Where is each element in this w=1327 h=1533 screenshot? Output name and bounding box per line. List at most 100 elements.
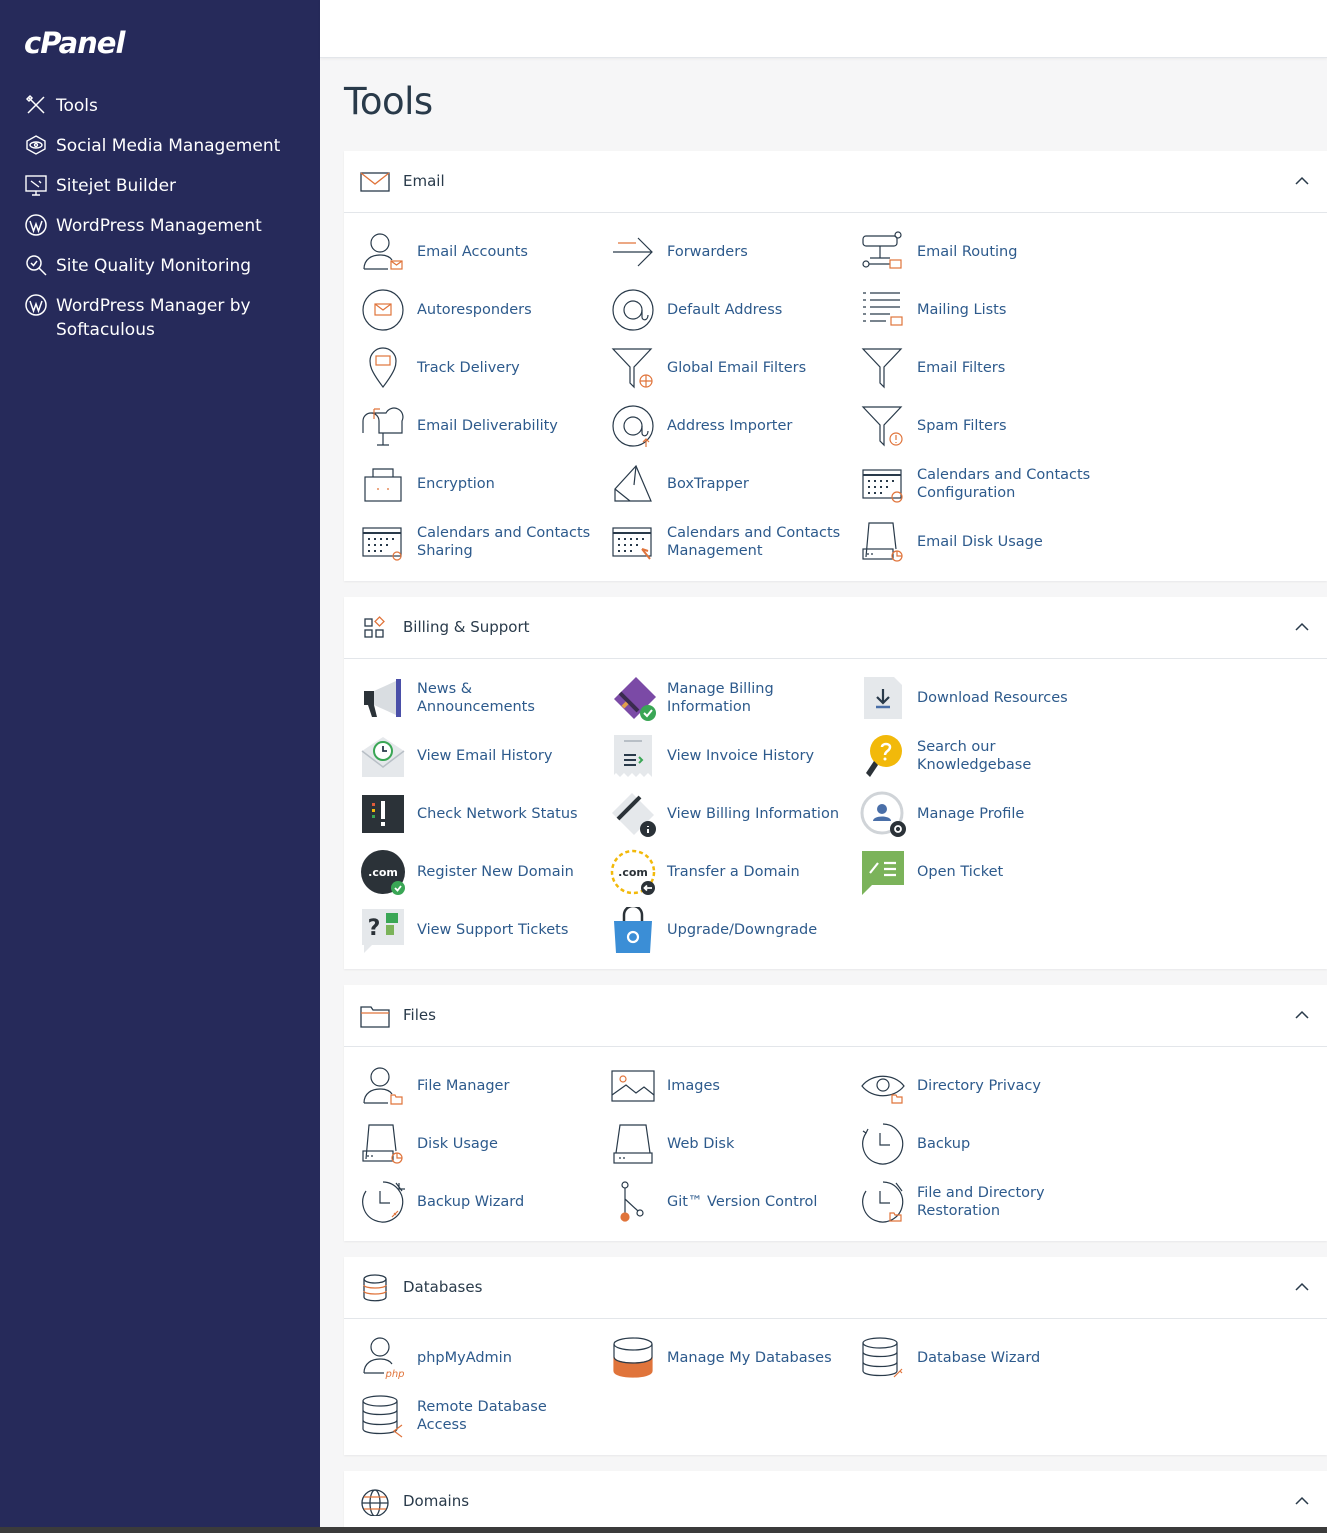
tool-item[interactable]: Database Wizard <box>844 1329 1094 1387</box>
tool-item[interactable]: Disk Usage <box>344 1115 594 1173</box>
tool-item[interactable]: .com Transfer a Domain <box>594 843 844 901</box>
sidebar-item-site-quality[interactable]: Site Quality Monitoring <box>0 245 320 285</box>
routing-icon <box>862 231 902 269</box>
tool-label: Remote Database Access <box>417 1399 547 1433</box>
tool-item[interactable]: .com Register New Domain <box>344 843 594 901</box>
tool-item[interactable]: Email Filters <box>844 339 1094 397</box>
sidebar-item-label: WordPress Manager by Softaculous <box>56 296 251 340</box>
tool-item[interactable]: Web Disk <box>594 1115 844 1173</box>
tool-item[interactable]: Download Resources <box>844 669 1094 727</box>
tool-item[interactable]: Directory Privacy <box>844 1057 1094 1115</box>
tools-icon <box>25 94 45 114</box>
tool-item[interactable]: View Billing Information <box>594 785 844 843</box>
sidebar-item-label: Tools <box>56 96 98 116</box>
tool-label: Default Address <box>667 302 783 318</box>
tool-item[interactable]: Remote Database Access <box>344 1387 594 1445</box>
tool-item[interactable]: Track Delivery <box>344 339 594 397</box>
tool-item[interactable]: ? View Support Tickets <box>344 901 594 959</box>
remote-database-icon <box>362 1395 403 1438</box>
sidebar-nav: Tools Social Media Management Sitejet Bu… <box>0 85 320 345</box>
tool-item[interactable]: Mailing Lists <box>844 281 1094 339</box>
chevron-up-icon[interactable] <box>1295 622 1309 632</box>
credit-card-icon <box>614 677 656 721</box>
chevron-up-icon[interactable] <box>1295 1282 1309 1292</box>
web-disk-icon <box>613 1124 653 1164</box>
tool-label: Search our Knowledgebase <box>917 739 1032 773</box>
section-header[interactable]: Domains <box>344 1471 1327 1533</box>
tool-label: Calendars and Contacts Management <box>667 525 841 559</box>
tool-item[interactable]: Calendars and Contacts Management <box>594 513 844 571</box>
tool-item[interactable]: Address Importer <box>594 397 844 455</box>
tool-item[interactable]: Email Disk Usage <box>844 513 1094 571</box>
tool-item[interactable]: Autoresponders <box>344 281 594 339</box>
tool-label: Address Importer <box>667 418 793 434</box>
section-title: Files <box>403 1006 436 1024</box>
tool-label: Email Routing <box>917 244 1018 260</box>
restore-icon <box>862 1181 904 1223</box>
section-header[interactable]: Email <box>344 151 1327 213</box>
tool-label: Manage Profile <box>917 806 1025 822</box>
tool-item[interactable]: Calendars and Contacts Sharing <box>344 513 594 571</box>
social-media-icon <box>26 135 46 155</box>
tool-item[interactable]: Images <box>594 1057 844 1115</box>
section-header[interactable]: Databases <box>344 1257 1327 1319</box>
sidebar-item-wordpress-softaculous[interactable]: WordPress Manager by Softaculous <box>0 285 320 345</box>
globe-icon <box>361 1489 389 1516</box>
chevron-up-icon[interactable] <box>1295 1496 1309 1506</box>
lock-icon <box>364 468 402 502</box>
tool-item[interactable]: News & Announcements <box>344 669 594 727</box>
tool-item[interactable]: Global Email Filters <box>594 339 844 397</box>
tool-item[interactable]: BoxTrapper <box>594 455 844 513</box>
tool-item[interactable]: View Invoice History <box>594 727 844 785</box>
sidebar-item-wordpress-management[interactable]: WordPress Management <box>0 205 320 245</box>
tool-item[interactable]: Default Address <box>594 281 844 339</box>
tool-item[interactable]: Manage Billing Information <box>594 669 844 727</box>
tool-item[interactable]: Backup <box>844 1115 1094 1173</box>
tool-item[interactable]: Search our Knowledgebase <box>844 727 1094 785</box>
section-billing-support: Billing & Support News & Announcements M… <box>344 597 1327 969</box>
backup-wizard-icon <box>362 1181 405 1223</box>
tool-item[interactable]: Git™ Version Control <box>594 1173 844 1231</box>
tool-item[interactable]: Forwarders <box>594 223 844 281</box>
tool-item[interactable]: Calendars and Contacts Configuration <box>844 455 1094 513</box>
transfer-domain-icon: .com <box>610 849 656 895</box>
tool-label: Database Wizard <box>917 1350 1041 1366</box>
email-history-icon <box>361 737 405 777</box>
com-text: .com <box>618 866 648 879</box>
tool-item[interactable]: Spam Filters <box>844 397 1094 455</box>
tool-item[interactable]: Check Network Status <box>344 785 594 843</box>
billing-info-icon <box>612 793 656 837</box>
tool-item[interactable]: Email Accounts <box>344 223 594 281</box>
tool-label: Forwarders <box>667 244 748 260</box>
tool-item[interactable]: File Manager <box>344 1057 594 1115</box>
tool-label: Calendars and Contacts Sharing <box>417 525 591 559</box>
tool-item[interactable]: Manage Profile <box>844 785 1094 843</box>
tool-label: View Support Tickets <box>417 922 569 938</box>
cpanel-logo[interactable]: cPanel <box>24 26 125 60</box>
tool-item[interactable]: Open Ticket <box>844 843 1094 901</box>
tool-label: Manage My Databases <box>667 1350 832 1366</box>
chevron-up-icon[interactable] <box>1295 176 1309 186</box>
section-header[interactable]: Files <box>344 985 1327 1047</box>
tool-item[interactable]: Manage My Databases <box>594 1329 844 1387</box>
chevron-up-icon[interactable] <box>1295 1010 1309 1020</box>
tool-item[interactable]: Encryption <box>344 455 594 513</box>
svg-text:?: ? <box>368 916 381 941</box>
sidebar-item-sitejet[interactable]: Sitejet Builder <box>0 165 320 205</box>
tool-item[interactable]: Email Deliverability <box>344 397 594 455</box>
tool-label: Calendars and Contacts Configuration <box>917 467 1091 501</box>
tool-label: Backup Wizard <box>417 1194 525 1210</box>
tool-item[interactable]: Upgrade/Downgrade <box>594 901 844 959</box>
tool-item[interactable]: View Email History <box>344 727 594 785</box>
tool-item[interactable]: Email Routing <box>844 223 1094 281</box>
tool-item[interactable]: File and Directory Restoration <box>844 1173 1094 1231</box>
tool-item[interactable]: php phpMyAdmin <box>344 1329 594 1387</box>
section-title: Billing & Support <box>403 618 530 636</box>
tool-label: Web Disk <box>667 1136 735 1152</box>
sidebar-item-tools[interactable]: Tools <box>0 85 320 125</box>
section-domains: Domains <box>344 1471 1327 1533</box>
tool-item[interactable]: Backup Wizard <box>344 1173 594 1231</box>
section-header[interactable]: Billing & Support <box>344 597 1327 659</box>
sidebar-item-social-media[interactable]: Social Media Management <box>0 125 320 165</box>
wordpress-icon <box>25 214 47 236</box>
